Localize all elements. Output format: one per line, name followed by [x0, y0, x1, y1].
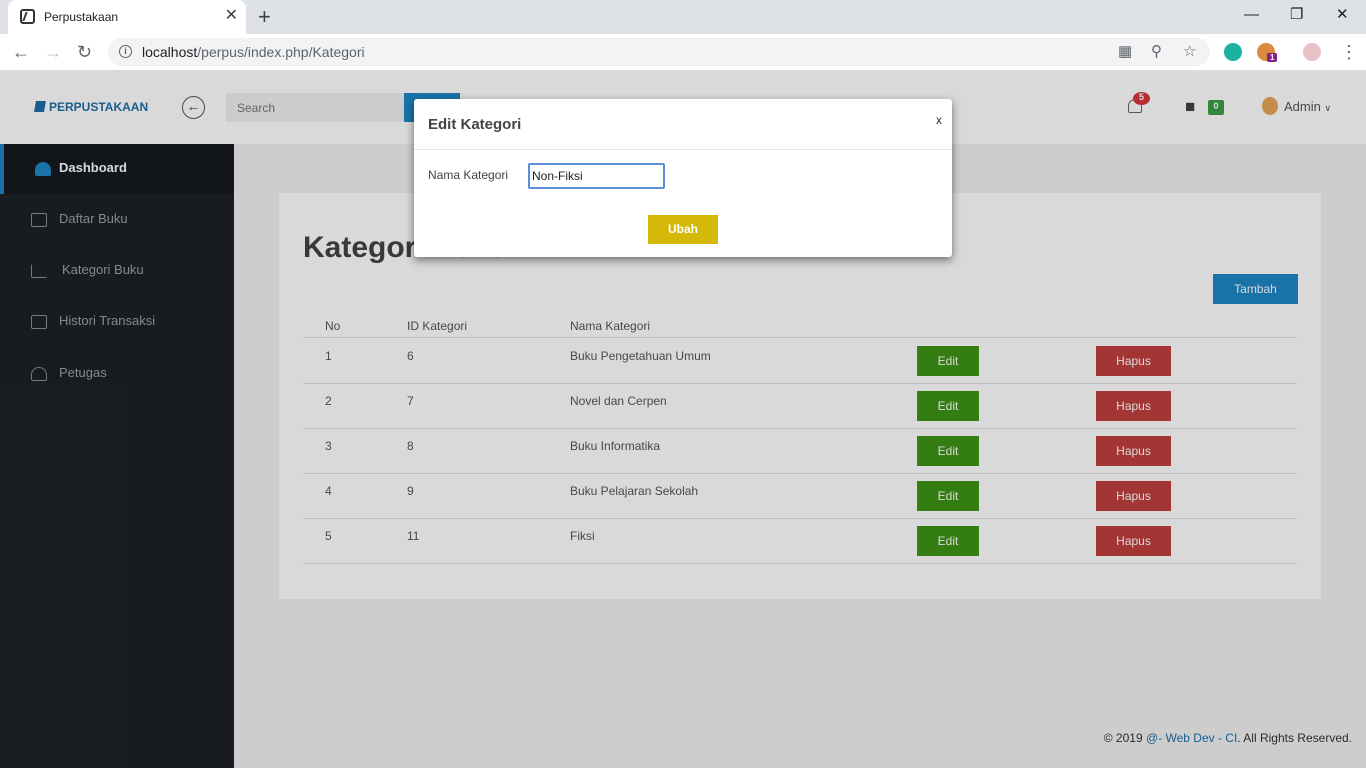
category-name-label: Nama Kategori — [428, 168, 509, 182]
tab-title: Perpustakaan — [44, 10, 119, 24]
extension-badge: 1 — [1267, 53, 1278, 62]
forward-arrow-icon[interactable]: → — [44, 40, 62, 64]
browser-tabbar: Perpustakaan ✕ + — ❐ ✕ — [0, 0, 1366, 34]
bookmark-star-icon[interactable]: ☆ — [1183, 43, 1196, 61]
page-favicon-icon — [20, 9, 35, 24]
tab-close-icon[interactable]: ✕ — [225, 7, 238, 25]
minimize-icon[interactable]: — — [1244, 4, 1259, 26]
modal-header: Edit Kategori x — [414, 99, 952, 150]
window-close-icon[interactable]: ✕ — [1336, 4, 1349, 26]
url-text: localhost/perpus/index.php/Kategori — [142, 44, 365, 60]
extension-m-icon[interactable] — [1224, 43, 1242, 61]
restore-icon[interactable]: ❐ — [1290, 4, 1303, 26]
update-button[interactable]: Ubah — [648, 215, 718, 244]
browser-tab[interactable]: Perpustakaan ✕ — [8, 0, 246, 34]
new-tab-icon[interactable]: + — [258, 4, 271, 30]
translate-icon[interactable]: ▦ — [1118, 43, 1132, 61]
browser-toolbar: ← → ↻ i localhost/perpus/index.php/Kateg… — [0, 34, 1366, 71]
category-name-input[interactable] — [528, 163, 665, 189]
site-info-icon[interactable]: i — [119, 45, 132, 58]
profile-avatar[interactable] — [1303, 43, 1321, 61]
back-arrow-icon[interactable]: ← — [12, 40, 30, 64]
address-bar[interactable]: i localhost/perpus/index.php/Kategori ▦ … — [108, 38, 1210, 66]
edit-category-modal: Edit Kategori x Nama Kategori Ubah — [414, 99, 952, 257]
zoom-icon[interactable]: ⚲ — [1151, 43, 1162, 61]
modal-close-button[interactable]: x — [936, 113, 942, 127]
app-root: PERPUSTAKAAN ← 5 ■ 0 Admin ∨ Dashboard D… — [0, 71, 1366, 768]
reload-icon[interactable]: ↻ — [77, 40, 92, 64]
modal-title: Edit Kategori — [428, 116, 522, 133]
menu-dots-icon[interactable]: ⋮ — [1340, 40, 1358, 64]
